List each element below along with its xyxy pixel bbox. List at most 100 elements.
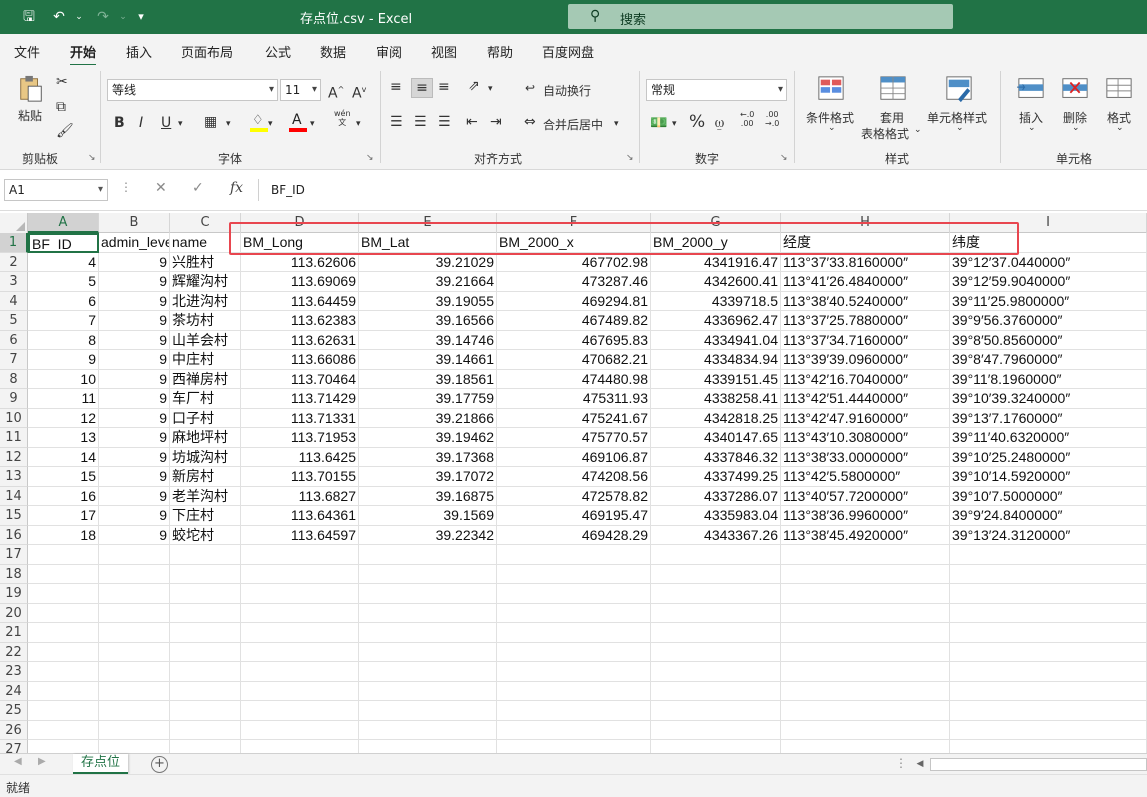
chevron-down-icon[interactable]: ▾ bbox=[310, 115, 315, 133]
copy-icon[interactable]: ⧉ bbox=[56, 98, 66, 116]
cell-name[interactable] bbox=[170, 545, 241, 565]
worksheet-grid[interactable]: ABCDEFGHI 1 BF_ID admin_level name BM_Long BM… bbox=[0, 213, 1147, 753]
accounting-format-icon[interactable]: 💵 bbox=[650, 114, 667, 132]
cell-bm-long[interactable] bbox=[241, 720, 359, 740]
row-header[interactable]: 5 bbox=[0, 311, 28, 331]
cell-latitude-dms[interactable]: 39°9′24.8400000″ bbox=[950, 506, 1147, 526]
merge-center-label[interactable]: 合并后居中 bbox=[543, 116, 603, 133]
cell-admin-level[interactable] bbox=[99, 584, 170, 604]
cell-admin-level[interactable] bbox=[99, 564, 170, 584]
cell-name[interactable]: 口子村 bbox=[170, 408, 241, 428]
undo-dropdown-icon[interactable]: ⌄ bbox=[68, 7, 90, 27]
cell-bm-lat[interactable]: 39.21866 bbox=[359, 408, 497, 428]
increase-indent-icon[interactable]: ⇥ bbox=[490, 113, 502, 131]
cell-admin-level[interactable]: 9 bbox=[99, 350, 170, 370]
cell-longitude-dms[interactable]: 113°41′26.4840000″ bbox=[781, 272, 950, 292]
cell-bm-lat[interactable]: 39.21029 bbox=[359, 252, 497, 272]
cell-bm-2000-y[interactable]: 4334941.04 bbox=[651, 330, 781, 350]
row-header[interactable]: 13 bbox=[0, 467, 28, 487]
cell-bm-2000-y[interactable]: 4342818.25 bbox=[651, 408, 781, 428]
cell-bm-lat[interactable]: 39.16875 bbox=[359, 486, 497, 506]
cell-latitude-dms[interactable] bbox=[950, 623, 1147, 643]
wrap-text-icon[interactable]: ↩ bbox=[525, 79, 535, 97]
cell-admin-level[interactable]: 9 bbox=[99, 272, 170, 292]
cell-bf-id[interactable] bbox=[28, 564, 99, 584]
cell-bm-lat[interactable]: 39.19055 bbox=[359, 291, 497, 311]
cell-name[interactable] bbox=[170, 662, 241, 682]
cell-bf-id[interactable] bbox=[28, 720, 99, 740]
cell-bm-long[interactable] bbox=[241, 662, 359, 682]
cell-admin-level[interactable]: 9 bbox=[99, 369, 170, 389]
cell-bm-2000-y[interactable]: 4339718.5 bbox=[651, 291, 781, 311]
cell-name[interactable]: 蛟坨村 bbox=[170, 525, 241, 545]
cell-bm-2000-x[interactable]: 469428.29 bbox=[497, 525, 651, 545]
cell-bm-long[interactable]: 113.64597 bbox=[241, 525, 359, 545]
cell-bm-2000-y[interactable] bbox=[651, 584, 781, 604]
column-header-d[interactable]: D bbox=[241, 213, 359, 233]
cell-bm-long[interactable]: 113.64459 bbox=[241, 291, 359, 311]
cell-admin-level[interactable] bbox=[99, 740, 170, 753]
header-cell-bm-2000-y[interactable]: BM_2000_y bbox=[651, 233, 781, 253]
column-header-i[interactable]: I bbox=[950, 213, 1147, 233]
cell-latitude-dms[interactable] bbox=[950, 545, 1147, 565]
cell-bm-2000-y[interactable]: 4337846.32 bbox=[651, 447, 781, 467]
increase-font-icon[interactable]: A^ bbox=[328, 81, 344, 103]
cell-bm-2000-x[interactable] bbox=[497, 740, 651, 753]
cell-admin-level[interactable] bbox=[99, 720, 170, 740]
borders-icon[interactable]: ▦ bbox=[204, 113, 217, 131]
cell-bm-long[interactable]: 113.70155 bbox=[241, 467, 359, 487]
cell-bm-2000-x[interactable]: 472578.82 bbox=[497, 486, 651, 506]
sheet-tab[interactable]: 存点位 bbox=[73, 754, 128, 774]
cell-name[interactable]: 麻地坪村 bbox=[170, 428, 241, 448]
cell-name[interactable]: 新房村 bbox=[170, 467, 241, 487]
cell-admin-level[interactable] bbox=[99, 642, 170, 662]
cell-longitude-dms[interactable] bbox=[781, 564, 950, 584]
cell-bm-lat[interactable]: 39.14661 bbox=[359, 350, 497, 370]
cell-longitude-dms[interactable]: 113°40′57.7200000″ bbox=[781, 486, 950, 506]
cell-bm-2000-x[interactable]: 474480.98 bbox=[497, 369, 651, 389]
align-bottom-icon[interactable]: ≡ bbox=[438, 78, 450, 96]
cell-bm-2000-x[interactable] bbox=[497, 545, 651, 565]
bold-icon[interactable]: B bbox=[114, 114, 125, 132]
cell-longitude-dms[interactable]: 113°38′33.0000000″ bbox=[781, 447, 950, 467]
cell-bf-id[interactable] bbox=[28, 642, 99, 662]
cell-latitude-dms[interactable]: 39°11′25.9800000″ bbox=[950, 291, 1147, 311]
next-sheet-icon[interactable]: ▶ bbox=[38, 756, 46, 767]
cell-bm-2000-x[interactable]: 474208.56 bbox=[497, 467, 651, 487]
row-header[interactable]: 14 bbox=[0, 486, 28, 506]
align-left-icon[interactable]: ☰ bbox=[390, 113, 403, 131]
cell-bf-id[interactable]: 16 bbox=[28, 486, 99, 506]
font-color-icon[interactable]: A bbox=[289, 112, 307, 133]
cell-name[interactable] bbox=[170, 623, 241, 643]
cell-bf-id[interactable]: 17 bbox=[28, 506, 99, 526]
cell-longitude-dms[interactable]: 113°38′36.9960000″ bbox=[781, 506, 950, 526]
cell-bm-2000-x[interactable] bbox=[497, 623, 651, 643]
cell-bm-lat[interactable] bbox=[359, 701, 497, 721]
cell-bm-long[interactable] bbox=[241, 623, 359, 643]
cell-bm-2000-x[interactable]: 473287.46 bbox=[497, 272, 651, 292]
cell-bm-2000-y[interactable]: 4337286.07 bbox=[651, 486, 781, 506]
header-cell-bm-long[interactable]: BM_Long bbox=[241, 233, 359, 253]
cell-bf-id[interactable] bbox=[28, 603, 99, 623]
cell-latitude-dms[interactable] bbox=[950, 584, 1147, 604]
header-cell-name[interactable]: name bbox=[170, 233, 241, 253]
tab-baidu-netdisk[interactable]: 百度网盘 bbox=[542, 42, 594, 61]
align-right-icon[interactable]: ☰ bbox=[438, 113, 451, 131]
save-icon[interactable]: 🖫 bbox=[18, 7, 40, 27]
cell-admin-level[interactable]: 9 bbox=[99, 252, 170, 272]
cell-bm-long[interactable]: 113.6827 bbox=[241, 486, 359, 506]
row-header[interactable]: 4 bbox=[0, 291, 28, 311]
cell-longitude-dms[interactable] bbox=[781, 740, 950, 753]
cell-longitude-dms[interactable]: 113°42′47.9160000″ bbox=[781, 408, 950, 428]
cell-bf-id[interactable] bbox=[28, 681, 99, 701]
cell-bm-2000-x[interactable]: 467695.83 bbox=[497, 330, 651, 350]
cell-bm-long[interactable] bbox=[241, 584, 359, 604]
align-center-icon[interactable]: ☰ bbox=[414, 113, 427, 131]
align-middle-icon[interactable]: ≡ bbox=[411, 78, 433, 98]
header-cell-bf-id[interactable]: BF_ID bbox=[28, 233, 99, 253]
cell-bf-id[interactable]: 11 bbox=[28, 389, 99, 409]
align-top-icon[interactable]: ≡ bbox=[390, 78, 402, 96]
cell-name[interactable] bbox=[170, 681, 241, 701]
tab-review[interactable]: 审阅 bbox=[376, 42, 402, 61]
cell-latitude-dms[interactable]: 39°8′47.7960000″ bbox=[950, 350, 1147, 370]
